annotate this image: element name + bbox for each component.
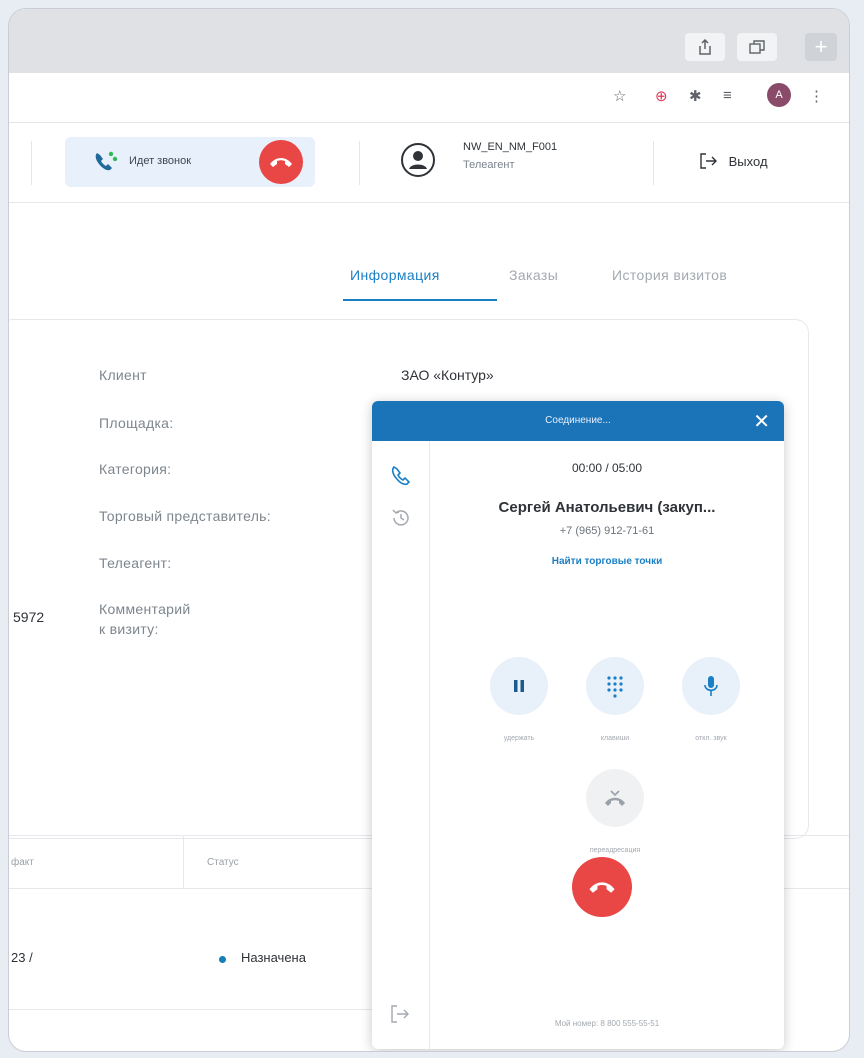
column-divider — [183, 835, 184, 889]
my-number: Мой номер: 8 800 555-55-51 — [554, 1019, 660, 1028]
header-divider — [359, 141, 360, 185]
active-tab-indicator — [343, 299, 497, 301]
puzzle-extension-icon[interactable]: ✱ — [689, 87, 702, 105]
left-partial-value: 5972 — [13, 609, 45, 625]
logout-icon — [700, 153, 717, 169]
softphone-panel: Соединение... ✕ 00:00 / 05:00 Сергей Ана… — [372, 401, 784, 1049]
header-divider — [31, 141, 32, 185]
field-label-category: Категория: — [99, 461, 172, 477]
keypad-button[interactable] — [586, 657, 644, 715]
keypad-icon — [607, 676, 623, 698]
field-label-site: Площадка: — [99, 415, 174, 431]
new-tab-icon[interactable]: + — [805, 33, 837, 61]
softphone-header: Соединение... ✕ — [372, 401, 784, 441]
field-label-client: Клиент — [99, 367, 147, 383]
header-divider — [653, 141, 654, 185]
softphone-title: Соединение... — [545, 415, 611, 426]
logout-label: Выход — [728, 154, 768, 169]
mute-label: откл. звук — [695, 735, 727, 742]
browser-tab-bar: + — [9, 9, 849, 73]
active-call-indicator[interactable]: Идет звонок — [65, 137, 315, 187]
hangup-icon — [589, 882, 615, 893]
table-row-divider — [9, 1009, 389, 1010]
browser-toolbar: ☆ ⊕ ✱ ≡ A ⋮ — [9, 73, 849, 123]
transfer-label: переадресация — [589, 847, 641, 854]
history-icon[interactable] — [390, 507, 412, 529]
column-header-fact: факт — [11, 857, 34, 868]
caller-name: Сергей Анатольевич (закуп... — [498, 499, 716, 516]
logout-button[interactable]: Выход — [699, 153, 768, 169]
hold-label: удержать — [503, 735, 535, 742]
header-hangup-button[interactable] — [259, 140, 303, 184]
field-label-comment: Комментарий — [99, 601, 191, 617]
caller-number: +7 (965) 912-71-61 — [559, 525, 655, 537]
tab-orders[interactable]: Заказы — [509, 267, 558, 283]
microphone-icon — [704, 676, 718, 696]
field-label-sales-rep: Торговый представитель: — [99, 508, 271, 524]
mute-button[interactable] — [682, 657, 740, 715]
close-icon[interactable]: ✕ — [753, 409, 770, 434]
find-points-link[interactable]: Найти торговые точки — [430, 556, 784, 567]
call-timer: 00:00 / 05:00 — [571, 461, 643, 475]
phone-icon[interactable] — [390, 465, 412, 487]
hold-button[interactable] — [490, 657, 548, 715]
app-header: Идет звонок NW_EN_NM_F001 Телеагент Выхо… — [9, 123, 849, 203]
transfer-call-icon — [605, 790, 625, 806]
star-icon[interactable]: ☆ — [613, 87, 626, 105]
hangup-icon — [270, 158, 292, 167]
table-cell-status: Назначена — [241, 950, 306, 965]
exit-icon[interactable] — [390, 1005, 410, 1023]
playlist-icon[interactable]: ≡ — [723, 87, 732, 104]
softphone-side-rail — [372, 441, 430, 1049]
call-in-progress-icon — [95, 151, 118, 171]
table-cell-fact: 23 / — [11, 950, 33, 965]
keypad-label: клавиши — [600, 735, 630, 742]
field-label-teleagent: Телеагент: — [99, 555, 172, 571]
call-status-text: Идет звонок — [129, 155, 192, 167]
status-dot — [219, 956, 226, 963]
pause-icon — [514, 680, 524, 692]
tab-information[interactable]: Информация — [350, 267, 440, 283]
user-name: NW_EN_NM_F001 — [463, 141, 558, 153]
restore-window-icon[interactable] — [737, 33, 777, 61]
more-menu-icon[interactable]: ⋮ — [809, 87, 824, 105]
field-value-client: ЗАО «Контур» — [401, 367, 494, 383]
tab-visit-history[interactable]: История визитов — [612, 267, 727, 283]
end-call-button[interactable] — [572, 857, 632, 917]
column-header-status: Статус — [207, 857, 239, 868]
extension-red-icon[interactable]: ⊕ — [655, 87, 668, 105]
user-role: Телеагент — [463, 159, 515, 171]
transfer-button[interactable] — [586, 769, 644, 827]
profile-avatar[interactable]: A — [767, 83, 791, 107]
field-label-comment-line2: к визиту: — [99, 621, 159, 637]
browser-window: + ☆ ⊕ ✱ ≡ A ⋮ Идет звонок NW_EN_NM_F001 … — [8, 8, 850, 1052]
user-avatar-icon — [401, 143, 435, 177]
share-icon[interactable] — [685, 33, 725, 61]
